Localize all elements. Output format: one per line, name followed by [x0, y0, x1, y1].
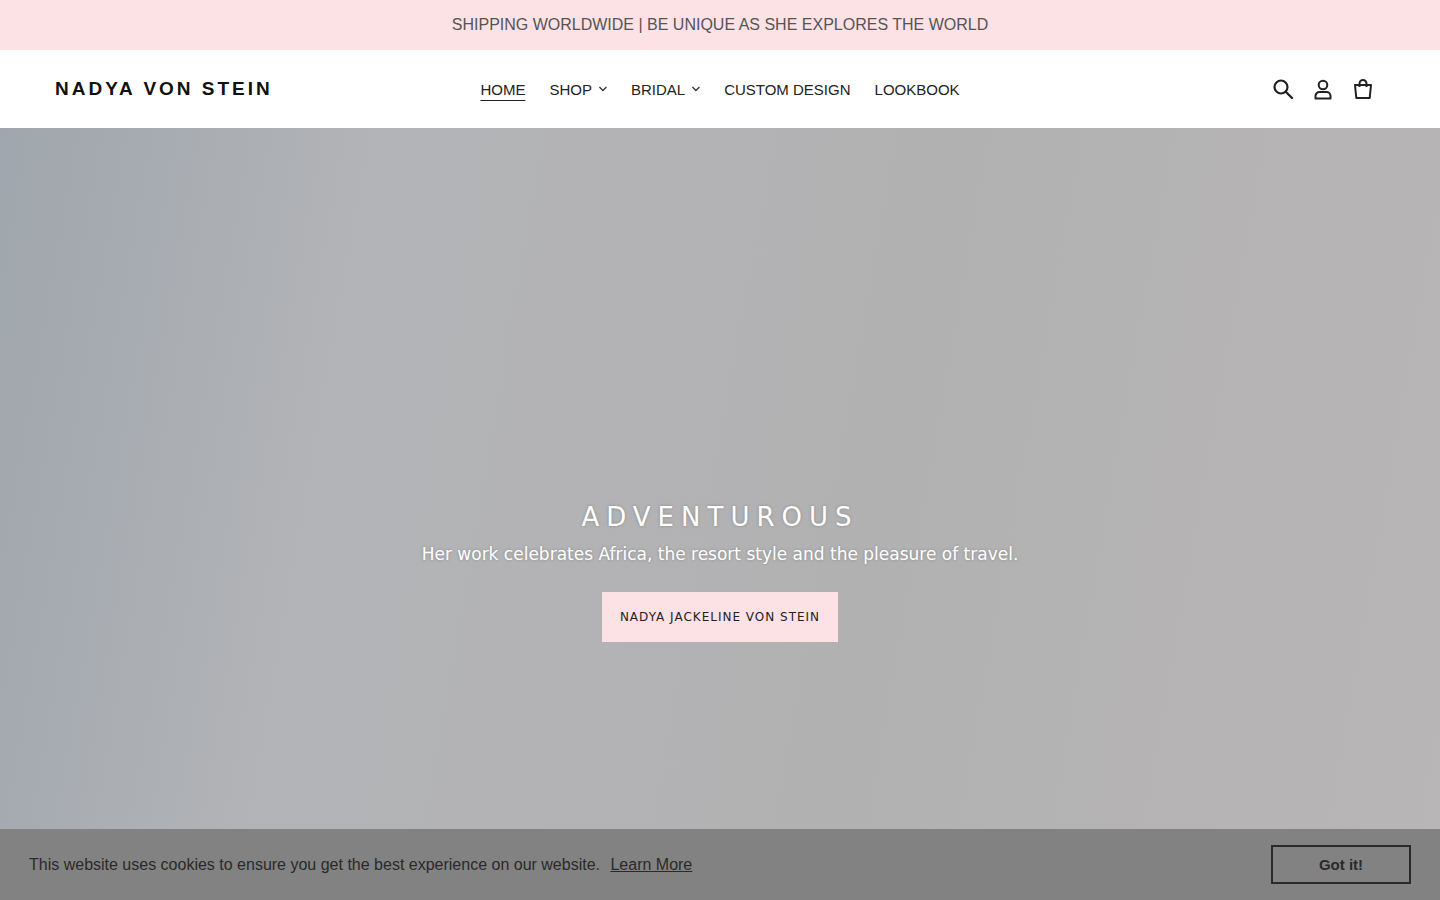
- chevron-down-icon: [691, 86, 700, 92]
- nav-item[interactable]: LOOKBOOK: [875, 81, 960, 98]
- nav-item[interactable]: BRIDAL: [631, 81, 700, 98]
- announcement-text: SHIPPING WORLDWIDE | BE UNIQUE AS SHE EX…: [452, 16, 988, 34]
- announcement-bar: SHIPPING WORLDWIDE | BE UNIQUE AS SHE EX…: [0, 0, 1440, 50]
- cart-icon[interactable]: [1352, 78, 1374, 100]
- nav-item[interactable]: SHOP: [549, 81, 607, 98]
- page: SHIPPING WORLDWIDE | BE UNIQUE AS SHE EX…: [0, 0, 1440, 900]
- cookie-message: This website uses cookies to ensure you …: [29, 856, 692, 874]
- main-nav: HOME SHOP BRIDAL CUSTOM DESIGN LOOKBOOK: [480, 81, 959, 98]
- hero-subtitle: Her work celebrates Africa, the resort s…: [422, 544, 1019, 564]
- search-icon[interactable]: [1272, 78, 1294, 100]
- account-icon[interactable]: [1312, 78, 1334, 100]
- hero-banner: ADVENTUROUS Her work celebrates Africa, …: [0, 128, 1440, 900]
- cookie-banner: This website uses cookies to ensure you …: [0, 829, 1440, 900]
- logo[interactable]: NADYA VON STEIN: [55, 78, 273, 100]
- learn-more-link[interactable]: Learn More: [610, 856, 692, 873]
- chevron-down-icon: [598, 86, 607, 92]
- header-icons: [1272, 78, 1385, 100]
- hero-title: ADVENTUROUS: [581, 502, 858, 532]
- nav-item[interactable]: HOME: [480, 81, 525, 98]
- nav-item[interactable]: CUSTOM DESIGN: [724, 81, 850, 98]
- accept-cookies-button[interactable]: Got it!: [1271, 845, 1411, 884]
- hero-button[interactable]: NADYA JACKELINE VON STEIN: [602, 592, 838, 642]
- hero-content: ADVENTUROUS Her work celebrates Africa, …: [422, 502, 1019, 642]
- site-header: NADYA VON STEIN HOME SHOP BRIDAL CUSTOM …: [0, 50, 1440, 128]
